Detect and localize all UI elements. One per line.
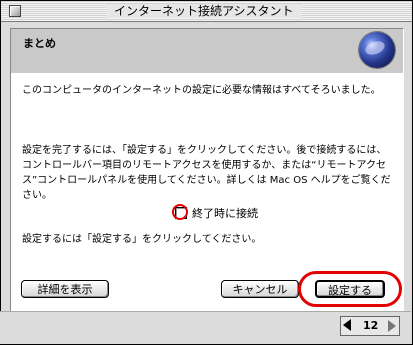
instructions-text: 設定を完了するには、「設定する」をクリックしてください。後で接続するには、コント…	[22, 145, 391, 201]
close-box-icon[interactable]	[9, 5, 21, 17]
section-title: まとめ	[23, 37, 56, 50]
prompt-text: 設定するには「設定する」をクリックしてください。	[22, 234, 262, 245]
page-navigator: 12	[340, 316, 400, 336]
section-header: まとめ	[10, 28, 404, 74]
next-page-icon[interactable]	[388, 320, 396, 332]
show-details-button[interactable]: 詳細を表示	[21, 280, 109, 298]
globe-icon	[359, 32, 395, 68]
previous-page-icon[interactable]	[343, 319, 351, 331]
intro-text: このコンピュータのインターネットの設定に必要な情報はすべてそろいました。	[22, 85, 381, 96]
set-button[interactable]: 設定する	[315, 280, 385, 298]
window-title: インターネット接続アシスタント	[106, 4, 302, 18]
highlight-circle	[172, 204, 188, 220]
page-number: 12	[363, 319, 379, 332]
connect-on-finish-label[interactable]: 終了時に接続	[192, 205, 258, 221]
cancel-button[interactable]: キャンセル	[221, 280, 299, 298]
title-bar[interactable]: インターネット接続アシスタント	[1, 1, 412, 22]
